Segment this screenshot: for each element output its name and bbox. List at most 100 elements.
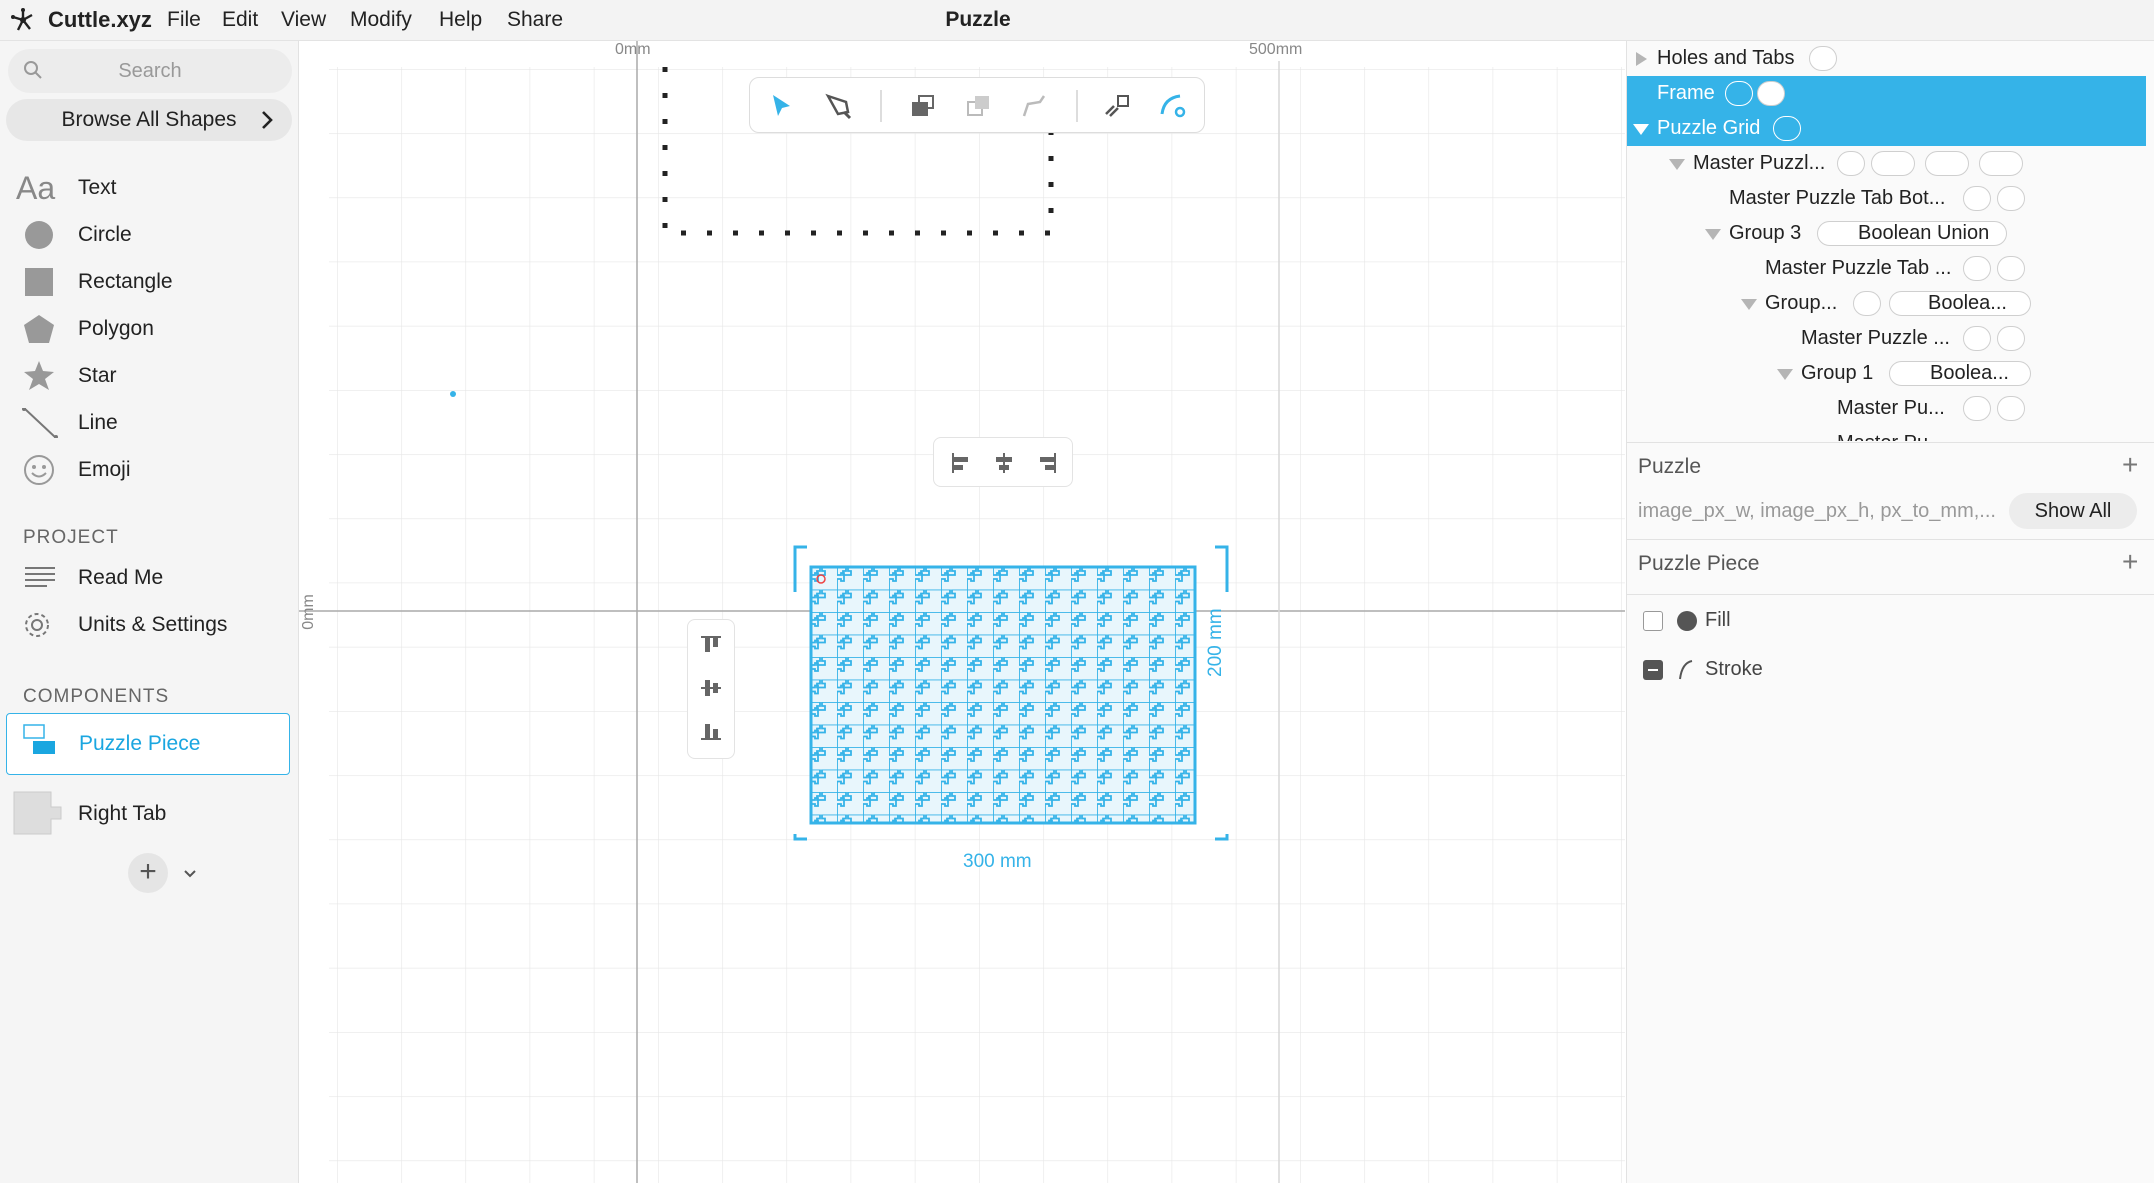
tree-row-group-1[interactable]: Group 1 Boolea...	[1627, 356, 2146, 391]
puzzle-params[interactable]: image_px_w, image_px_h, px_to_mm,...	[1638, 500, 1996, 523]
ruler-top-0mm: 0mm	[615, 41, 651, 58]
flip-icon[interactable]	[1020, 92, 1050, 120]
components-heading: COMPONENTS	[23, 686, 170, 707]
boolean-icon[interactable]	[1979, 151, 2023, 176]
align-top-icon[interactable]	[699, 634, 723, 658]
tree-row-master-pu-2[interactable]: Master Pu...	[1627, 426, 2146, 441]
tree-row-frame[interactable]: Frame	[1627, 76, 2146, 111]
add-parameter-button[interactable]: +	[2122, 548, 2138, 576]
shape-item-rectangle[interactable]: Rectangle	[0, 259, 298, 305]
tree-row-puzzle-grid[interactable]: Puzzle Grid	[1627, 111, 2146, 146]
stroke-icon[interactable]	[1997, 256, 2025, 281]
edit-path-icon[interactable]	[1158, 92, 1188, 120]
top-bar: Cuttle.xyz File Edit View Modify Help Sh…	[0, 0, 2154, 41]
puzzle-grid	[809, 565, 1197, 825]
browse-label: Browse All Shapes	[61, 108, 237, 131]
transform-icon[interactable]	[1963, 256, 1991, 281]
tree-label: Group 3	[1729, 222, 1802, 244]
collapse-icon[interactable]	[1705, 229, 1721, 240]
shape-item-emoji[interactable]: Emoji	[0, 447, 298, 493]
tree-label: Puzzle Grid	[1657, 117, 1761, 139]
align-bottom-icon[interactable]	[699, 718, 723, 742]
component-right-tab[interactable]: Right Tab	[0, 783, 298, 845]
project-item-units-settings[interactable]: Units & Settings	[0, 602, 298, 648]
stroke-checkbox[interactable]	[1643, 660, 1663, 680]
pen-tool-icon[interactable]	[824, 92, 854, 120]
shape-item-circle[interactable]: Circle	[0, 212, 298, 258]
transform-icon[interactable]	[1963, 396, 1991, 421]
add-parameter-button[interactable]: +	[2122, 451, 2138, 479]
browse-all-shapes-button[interactable]: Browse All Shapes	[6, 99, 292, 141]
transform-icon[interactable]	[1773, 116, 1801, 141]
collapse-icon[interactable]	[1741, 299, 1757, 310]
tree-row-master-puzzle-tab[interactable]: Master Puzzle Tab ...	[1627, 251, 2146, 286]
boolean-union-pill[interactable]: Boolean Union	[1817, 221, 2007, 246]
project-item-read-me[interactable]: Read Me	[0, 555, 298, 601]
tree-row-master-puzzle-tab-bottom[interactable]: Master Puzzle Tab Bot...	[1627, 181, 2146, 216]
align-left-icon[interactable]	[950, 451, 974, 475]
puzzle-piece-icon	[23, 724, 55, 754]
stroke-icon[interactable]	[1997, 396, 2025, 421]
shape-item-line[interactable]: Line	[0, 400, 298, 446]
show-all-button[interactable]: Show All	[2009, 493, 2137, 529]
tree-label: Master Puzzle Tab ...	[1765, 257, 1952, 279]
component-label: Right Tab	[78, 802, 167, 825]
expand-icon[interactable]	[1636, 52, 1647, 66]
canvas-drawing	[299, 41, 1625, 1183]
collapse-icon[interactable]	[1669, 159, 1685, 170]
transform-icon[interactable]	[1963, 326, 1991, 351]
select-tool-icon[interactable]	[768, 92, 796, 120]
tree-label: Master Puzzle ...	[1801, 327, 1950, 349]
send-back-icon[interactable]	[964, 92, 994, 120]
stroke-icon[interactable]	[1997, 186, 2025, 211]
chevron-down-icon[interactable]	[183, 869, 197, 879]
text-icon: Aa	[16, 170, 56, 206]
chevron-right-icon	[262, 111, 273, 129]
search-placeholder: Search	[118, 60, 182, 82]
tree-label: Master Pu...	[1837, 397, 1945, 419]
ruler-left-0mm: 0mm	[299, 594, 317, 630]
align-right-icon[interactable]	[1034, 451, 1058, 475]
align-middle-icon[interactable]	[699, 676, 723, 700]
puzzle-piece-heading: Puzzle Piece	[1638, 552, 1760, 575]
tree-row-group-3[interactable]: Group 3 Boolean Union	[1627, 216, 2146, 251]
shape-label: Rectangle	[78, 270, 173, 293]
transform-icon[interactable]	[1809, 46, 1837, 71]
shape-label: Text	[78, 176, 117, 199]
component-puzzle-piece[interactable]: Puzzle Piece	[6, 713, 290, 775]
stroke-icon	[1679, 660, 1693, 680]
shape-item-text[interactable]: Aa Text	[0, 165, 298, 211]
transform-icon[interactable]	[1837, 151, 1865, 176]
document-title[interactable]: Puzzle	[0, 0, 1956, 40]
tree-row-holes-and-tabs[interactable]: Holes and Tabs	[1627, 41, 2146, 76]
search-input[interactable]: Search	[8, 49, 292, 93]
align-vertical-toolbar	[687, 619, 735, 759]
stroke-icon[interactable]	[1997, 326, 2025, 351]
shape-item-polygon[interactable]: Polygon	[0, 306, 298, 352]
add-component-button[interactable]: +	[128, 853, 168, 893]
link-icon[interactable]	[1102, 92, 1132, 120]
stroke-icon[interactable]	[1757, 81, 1785, 106]
align-center-h-icon[interactable]	[992, 451, 1016, 475]
boolean-icon[interactable]	[1925, 151, 1969, 176]
fill-checkbox[interactable]	[1643, 611, 1663, 631]
tree-row-master-puzzle[interactable]: Master Puzzl...	[1627, 146, 2146, 181]
boolean-icon[interactable]	[1871, 151, 1915, 176]
shape-item-star[interactable]: Star	[0, 353, 298, 399]
transform-icon[interactable]	[1725, 81, 1753, 106]
design-canvas[interactable]: 0mm 500mm 0mm 300 mm 200 mm	[299, 41, 1625, 1183]
transform-icon[interactable]	[1963, 186, 1991, 211]
tree-row-master-puzzle-2[interactable]: Master Puzzle ...	[1627, 321, 2146, 356]
boolean-pill[interactable]: Boolea...	[1889, 291, 2031, 316]
transform-icon[interactable]	[1853, 291, 1881, 316]
tree-row-group[interactable]: Group... Boolea...	[1627, 286, 2146, 321]
ruler-top-500mm: 500mm	[1249, 41, 1303, 58]
collapse-icon[interactable]	[1633, 124, 1649, 135]
bring-front-icon[interactable]	[908, 92, 938, 120]
boolean-pill[interactable]: Boolea...	[1889, 361, 2031, 386]
collapse-icon[interactable]	[1777, 369, 1793, 380]
tree-label: Frame	[1657, 82, 1715, 104]
tree-row-master-pu[interactable]: Master Pu...	[1627, 391, 2146, 426]
emoji-icon	[24, 455, 54, 485]
star-icon	[24, 361, 54, 390]
